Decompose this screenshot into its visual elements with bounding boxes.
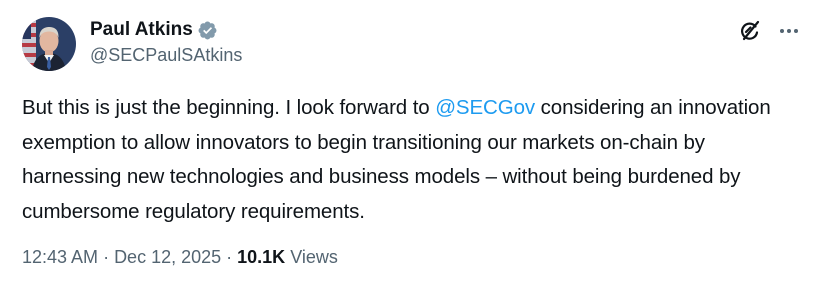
- grok-icon[interactable]: [737, 18, 763, 44]
- tweet-date[interactable]: Dec 12, 2025: [114, 247, 221, 267]
- author-name[interactable]: Paul Atkins: [90, 19, 193, 41]
- views-count: 10.1K: [237, 247, 286, 267]
- author-name-row: Paul Atkins: [90, 18, 218, 42]
- tweet-text-part: But this is just the beginning. I look f…: [22, 96, 436, 119]
- avatar[interactable]: [22, 17, 76, 71]
- verified-badge-icon[interactable]: [197, 20, 218, 41]
- tweet-card[interactable]: Paul Atkins @SECPaulSAtkins But this is …: [0, 0, 813, 290]
- meta-separator: ·: [98, 247, 115, 267]
- views-label: Views: [285, 247, 338, 267]
- mention-link[interactable]: @SECGov: [435, 96, 535, 119]
- tweet-meta: 12:43 AM · Dec 12, 2025 · 10.1K Views: [22, 247, 338, 268]
- more-icon[interactable]: [777, 19, 801, 43]
- tweet-text: But this is just the beginning. I look f…: [22, 91, 807, 229]
- tweet-time[interactable]: 12:43 AM: [22, 247, 98, 267]
- meta-separator: ·: [221, 247, 238, 267]
- author-handle[interactable]: @SECPaulSAtkins: [90, 45, 242, 66]
